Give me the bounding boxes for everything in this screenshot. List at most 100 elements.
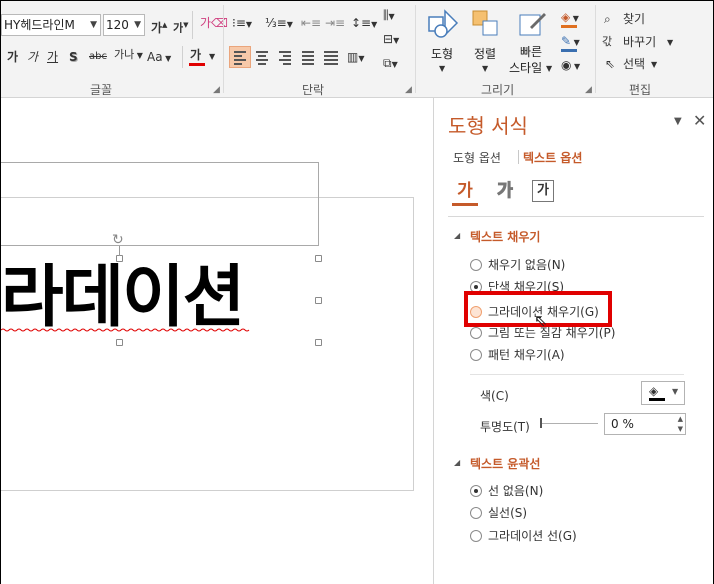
text-fill-outline-icon[interactable]: 가 [452, 178, 478, 204]
radio-no-line[interactable]: 선 없음(N) [470, 483, 543, 499]
transparency-slider-track[interactable] [540, 423, 598, 424]
select-label[interactable]: 선택 [623, 56, 645, 72]
radio-pattern-fill[interactable]: 패턴 채우기(A) [470, 347, 565, 363]
collapse-triangle-icon[interactable]: ◢ [454, 231, 460, 240]
resize-handle[interactable] [116, 339, 123, 346]
text-fill-heading[interactable]: 텍스트 채우기 [470, 228, 540, 245]
grow-font-icon[interactable]: 가▲ [151, 17, 167, 36]
radio-indicator[interactable] [470, 507, 482, 519]
dialog-launcher-icon[interactable]: ◢ [585, 85, 592, 95]
shapes-button-label[interactable]: 도형 [431, 45, 453, 62]
align-right-button[interactable] [275, 46, 297, 68]
quick-styles-icon[interactable] [518, 9, 548, 39]
smartart-icon[interactable]: ⧉▼ [383, 55, 398, 73]
slide-text[interactable]: 라데이션 [1, 263, 301, 333]
underline-icon[interactable]: 가 [47, 49, 58, 65]
quick-styles-label-1[interactable]: 빠른 [520, 43, 542, 60]
radio-indicator[interactable] [470, 259, 482, 271]
resize-handle[interactable] [116, 255, 123, 262]
text-direction-icon[interactable]: ⫼▼ [383, 7, 395, 25]
chevron-down-icon[interactable]: ▼ [667, 35, 673, 51]
justify-button[interactable] [298, 46, 320, 68]
dialog-launcher-icon[interactable]: ◢ [213, 85, 220, 95]
chevron-down-icon[interactable]: ▼ [134, 15, 141, 35]
resize-handle[interactable] [315, 339, 322, 346]
shadow-icon[interactable]: S [69, 49, 78, 65]
arrange-icon[interactable] [471, 9, 501, 39]
fill-color-swatch [561, 25, 577, 28]
pane-options-icon[interactable]: ▼ [674, 116, 682, 127]
line-spacing-icon[interactable]: ↕≡▼ [351, 15, 377, 33]
resize-handle[interactable] [315, 255, 322, 262]
radio-indicator[interactable] [470, 530, 482, 542]
numbering-icon[interactable]: ⅓≡▼ [265, 15, 293, 33]
bullets-icon[interactable]: ⁝≡▼ [232, 15, 252, 33]
align-text-icon[interactable]: ⊟▼ [383, 31, 399, 49]
radio-indicator[interactable] [470, 327, 482, 339]
option-label: 채우기 없음(N) [488, 258, 566, 272]
pane-divider [448, 216, 704, 217]
shapes-gallery-icon[interactable] [427, 7, 461, 41]
text-effects-icon[interactable]: 가 [492, 178, 518, 204]
option-label: 그림 또는 질감 채우기(P) [488, 326, 616, 340]
arrange-button-label[interactable]: 정렬 [474, 45, 496, 62]
color-picker-button[interactable]: ◈ ▼ [641, 381, 685, 405]
change-case-icon[interactable]: Aa ▼ [147, 49, 171, 67]
chevron-down-icon[interactable]: ▼ [482, 61, 488, 77]
align-left-button[interactable] [229, 46, 251, 68]
radio-solid-line[interactable]: 실선(S) [470, 505, 527, 521]
increase-indent-icon[interactable]: ⇥≡ [325, 15, 345, 31]
transparency-spinner[interactable]: 0 % ▲ ▼ [604, 413, 686, 435]
chevron-down-icon[interactable]: ▼ [651, 57, 657, 73]
color-label: 색(C) [480, 389, 509, 403]
close-icon[interactable]: ✕ [693, 111, 706, 130]
shape-effects-icon[interactable]: ◉ ▼ [561, 57, 580, 75]
char-spacing-icon[interactable]: 가나 ▼ [114, 47, 143, 64]
dialog-launcher-icon[interactable]: ◢ [405, 85, 412, 95]
rotate-handle-icon[interactable]: ↻ [112, 232, 124, 248]
divider [182, 46, 183, 68]
italic-icon[interactable]: 가 [27, 49, 38, 65]
text-box-selection[interactable] [1, 162, 319, 246]
find-icon[interactable]: ⌕ [604, 11, 611, 27]
tab-text-options[interactable]: 텍스트 옵션 [523, 149, 582, 166]
bold-icon[interactable]: 가 [7, 49, 18, 65]
quick-styles-label-2[interactable]: 스타일 [509, 59, 542, 76]
decrease-indent-icon[interactable]: ⇤≡ [301, 15, 321, 31]
select-cursor-icon[interactable]: ⇖ [605, 56, 615, 72]
distributed-button[interactable] [321, 46, 343, 68]
resize-handle[interactable] [315, 297, 322, 304]
text-outline-heading[interactable]: 텍스트 윤곽선 [470, 455, 540, 472]
mouse-cursor-icon: ⇖ [534, 311, 548, 330]
chevron-down-icon[interactable]: ▼ [546, 61, 552, 77]
strikethrough-icon[interactable]: abc [89, 49, 107, 65]
columns-icon[interactable]: ▥▼ [347, 49, 365, 67]
replace-icon[interactable]: 갃 [602, 34, 612, 50]
ribbon: HY헤드라인M ▼ 120 ▼ 가▲ 가▼ 가⌫ 가 가 가 S abc 가나 … [1, 1, 713, 98]
find-label[interactable]: 찾기 [623, 11, 645, 27]
collapse-triangle-icon[interactable]: ◢ [454, 458, 460, 467]
transparency-slider-thumb[interactable] [540, 418, 542, 428]
replace-label[interactable]: 바꾸기 [623, 34, 656, 50]
font-name-value: HY헤드라인M [4, 18, 75, 32]
radio-indicator[interactable] [470, 349, 482, 361]
spinner-arrows-icon[interactable]: ▲ ▼ [678, 414, 683, 434]
radio-indicator[interactable] [470, 485, 482, 497]
paint-bucket-icon: ◈ [649, 384, 659, 398]
radio-gradient-line[interactable]: 그라데이션 선(G) [470, 528, 577, 544]
chevron-down-icon[interactable]: ▼ [90, 15, 97, 35]
font-name-combobox[interactable]: HY헤드라인M ▼ [1, 14, 101, 36]
font-color-icon[interactable]: 가 [190, 47, 201, 63]
tab-shape-options[interactable]: 도형 옵션 [453, 149, 501, 166]
radio-no-fill[interactable]: 채우기 없음(N) [470, 257, 565, 273]
char-spacing-label: 가나 [114, 48, 135, 61]
textbox-icon[interactable]: 가 [532, 180, 554, 202]
shrink-font-icon[interactable]: 가▼ [173, 17, 189, 37]
transparency-label: 투명도(T) [480, 420, 530, 434]
font-size-combobox[interactable]: 120 ▼ [103, 14, 145, 36]
chevron-down-icon[interactable]: ▼ [672, 387, 678, 396]
chevron-down-icon[interactable]: ▼ [439, 61, 445, 77]
align-center-button[interactable] [252, 46, 274, 68]
pane-title: 도형 서식 [448, 114, 528, 138]
chevron-down-icon[interactable]: ▼ [209, 49, 215, 65]
